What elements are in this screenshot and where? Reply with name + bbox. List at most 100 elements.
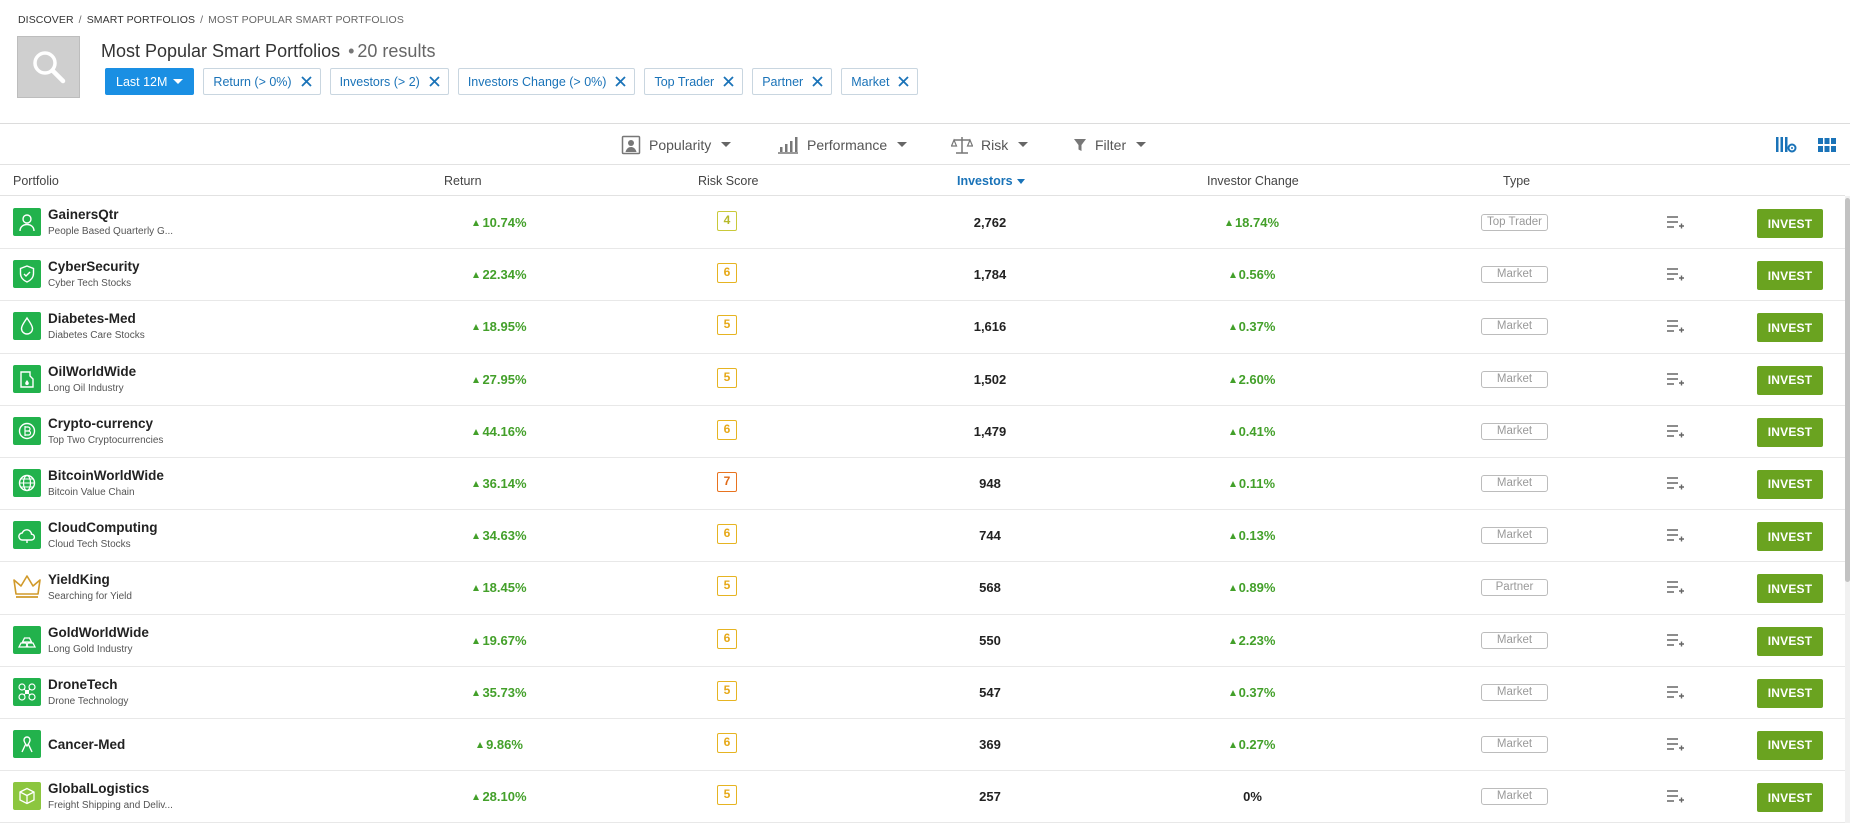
add-to-watchlist-icon[interactable] [1666,579,1684,595]
caret-down-icon [897,142,908,147]
search-tile[interactable] [17,36,80,98]
add-to-watchlist-icon[interactable] [1666,371,1684,387]
table-row[interactable]: GainersQtr People Based Quarterly G... 1… [0,197,1845,250]
portfolio-name[interactable]: CloudComputing [48,520,157,535]
close-icon[interactable] [615,76,627,87]
add-to-watchlist-icon[interactable] [1666,475,1684,491]
scale-icon [951,136,973,154]
col-investor-change[interactable]: Investor Change [1207,166,1299,196]
filter-chip-partner[interactable]: Partner [752,68,833,95]
table-row[interactable]: GoldWorldWide Long Gold Industry 19.67% … [0,615,1845,667]
close-icon[interactable] [300,76,312,87]
table-row[interactable]: OilWorldWide Long Oil Industry 27.95% 5 … [0,354,1845,406]
filter-chip-return[interactable]: Return (> 0%) [203,68,321,95]
portfolio-name[interactable]: Cancer-Med [48,737,125,752]
filter-dropdown[interactable]: Filter [1073,124,1147,165]
filter-chip-investors-change[interactable]: Investors Change (> 0%) [457,68,636,95]
table-row[interactable]: YieldKing Searching for Yield 18.45% 5 5… [0,562,1845,615]
up-arrow-icon [1229,689,1236,696]
risk-dropdown[interactable]: Risk [951,124,1029,165]
chip-label: Partner [762,74,804,89]
scrollbar[interactable] [1845,196,1850,823]
table-row[interactable]: Crypto-currency Top Two Cryptocurrencies… [0,406,1845,458]
columns-settings-button[interactable] [1773,132,1799,158]
portfolio-name[interactable]: YieldKing [48,572,110,587]
table-row[interactable]: Cancer-Med 9.86% 6 369 0.27% Market INVE… [0,719,1845,772]
period-dropdown[interactable]: Last 12M [105,68,195,95]
col-investors[interactable]: Investors [957,166,1025,196]
portfolio-desc: Long Gold Industry [48,643,133,655]
type-badge: Market [1481,631,1548,649]
investors-count: 550 [979,632,1001,648]
add-to-watchlist-icon[interactable] [1666,318,1684,334]
table-row[interactable]: BitcoinWorldWide Bitcoin Value Chain 36.… [0,458,1845,511]
table-row[interactable]: GlobalLogistics Freight Shipping and Del… [0,771,1845,823]
add-to-watchlist-icon[interactable] [1666,684,1684,700]
table-row[interactable]: DroneTech Drone Technology 35.73% 5 547 … [0,667,1845,719]
portfolio-name[interactable]: BitcoinWorldWide [48,468,164,483]
invest-button[interactable]: INVEST [1757,730,1823,760]
portfolio-name[interactable]: Diabetes-Med [48,311,136,326]
close-icon[interactable] [812,76,823,87]
breadcrumb-discover[interactable]: DISCOVER [18,14,74,26]
investors-count: 1,479 [973,423,1007,439]
return-value: 27.95% [430,372,570,387]
filter-chip-market[interactable]: Market [841,68,919,95]
investor-change: 0.11% [1180,476,1325,491]
portfolio-name[interactable]: Crypto-currency [48,416,153,431]
portfolio-name[interactable]: GainersQtr [48,207,119,222]
investor-change: 0.56% [1180,267,1325,282]
invest-button[interactable]: INVEST [1757,522,1823,552]
invest-button[interactable]: INVEST [1757,365,1823,395]
filter-chips: Last 12M Return (> 0%) Investors (> 2) I… [105,68,919,95]
grid-view-button[interactable] [1814,132,1840,158]
portfolio-name[interactable]: GoldWorldWide [48,625,149,640]
table-row[interactable]: CloudComputing Cloud Tech Stocks 34.63% … [0,510,1845,563]
results-count: 20 results [357,41,436,61]
invest-button[interactable]: INVEST [1757,574,1823,604]
close-icon[interactable] [898,76,910,87]
portfolio-desc: Cyber Tech Stocks [48,278,132,290]
portfolio-name[interactable]: CyberSecurity [48,259,140,274]
filter-chip-top-trader[interactable]: Top Trader [644,68,744,95]
invest-button[interactable]: INVEST [1757,469,1823,499]
invest-button[interactable]: INVEST [1757,417,1823,447]
table-row[interactable]: CyberSecurity Cyber Tech Stocks 22.34% 6… [0,249,1845,302]
invest-button[interactable]: INVEST [1757,261,1823,291]
invest-button[interactable]: INVEST [1757,783,1823,813]
add-to-watchlist-icon[interactable] [1666,527,1684,543]
performance-dropdown[interactable]: Performance [777,124,908,165]
portfolio-name[interactable]: OilWorldWide [48,364,136,379]
close-icon[interactable] [429,76,440,87]
add-to-watchlist-icon[interactable] [1666,423,1684,439]
up-arrow-icon [473,220,480,226]
add-to-watchlist-icon[interactable] [1666,214,1684,230]
add-to-watchlist-icon[interactable] [1666,736,1684,752]
invest-button[interactable]: INVEST [1757,678,1823,708]
col-return[interactable]: Return [444,166,482,196]
add-to-watchlist-icon[interactable] [1666,266,1684,282]
add-to-watchlist-icon[interactable] [1666,788,1684,804]
col-portfolio[interactable]: Portfolio [13,166,59,196]
invest-button[interactable]: INVEST [1757,626,1823,656]
up-arrow-icon [1229,272,1236,279]
close-icon[interactable] [723,76,734,87]
return-value: 19.67% [430,633,570,648]
portfolio-name[interactable]: DroneTech [48,677,118,692]
return-value: 44.16% [430,424,570,439]
investor-change: 0% [1243,789,1262,805]
risk-score: 7 [717,471,737,492]
filter-chip-investors[interactable]: Investors (> 2) [329,68,449,95]
col-type[interactable]: Type [1503,166,1530,196]
popularity-dropdown[interactable]: Popularity [621,124,732,165]
col-risk-score[interactable]: Risk Score [698,166,758,196]
add-to-watchlist-icon[interactable] [1666,632,1684,648]
table-row[interactable]: Diabetes-Med Diabetes Care Stocks 18.95%… [0,301,1845,354]
portfolio-name[interactable]: GlobalLogistics [48,781,149,796]
breadcrumb-smart-portfolios[interactable]: SMART PORTFOLIOS [87,14,195,26]
portfolio-desc: Drone Technology [48,695,129,707]
type-badge: Market [1481,266,1548,284]
invest-button[interactable]: INVEST [1757,313,1823,343]
invest-button[interactable]: INVEST [1757,209,1823,238]
scrollbar-thumb[interactable] [1845,198,1850,582]
